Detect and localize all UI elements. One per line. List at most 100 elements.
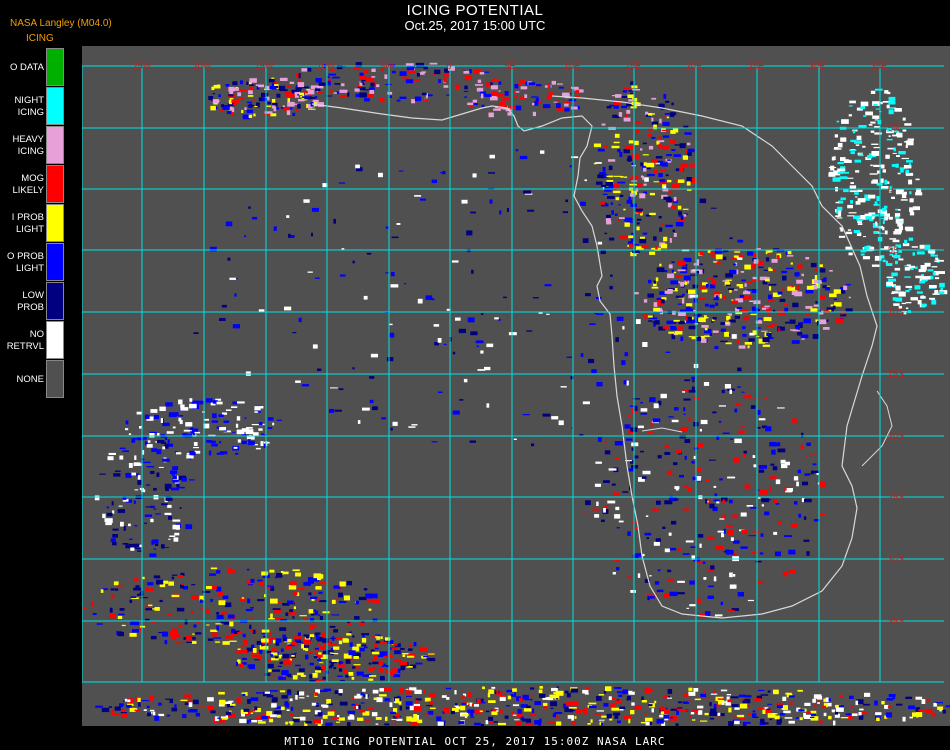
icing-pixel	[886, 138, 893, 141]
icing-pixel	[654, 581, 660, 585]
icing-pixel	[691, 376, 695, 380]
icing-pixel	[809, 473, 815, 475]
icing-pixel	[762, 344, 770, 347]
icing-pixel	[141, 700, 149, 702]
icing-pixel	[730, 537, 734, 541]
icing-pixel	[405, 79, 414, 84]
icing-pixel	[426, 705, 433, 707]
icing-pixel	[122, 450, 129, 452]
icing-pixel	[331, 643, 337, 646]
icing-pixel	[612, 114, 618, 118]
icing-pixel	[582, 238, 589, 243]
icing-pixel	[312, 344, 318, 349]
icing-pixel	[338, 717, 345, 721]
icing-pixel	[658, 216, 662, 219]
icing-pixel	[114, 706, 121, 711]
icing-pixel	[168, 581, 174, 586]
icing-pixel	[635, 319, 641, 324]
icing-pixel	[720, 689, 728, 692]
icing-pixel	[914, 266, 918, 269]
icing-pixel	[610, 274, 613, 277]
icing-pixel	[322, 715, 328, 719]
icing-pixel	[747, 345, 750, 349]
icing-pixel	[668, 416, 674, 418]
icing-pixel	[206, 609, 210, 614]
icing-pixel	[857, 198, 866, 203]
icing-pixel	[368, 678, 374, 681]
icing-pixel	[591, 369, 597, 374]
icing-pixel	[551, 416, 559, 420]
icing-pixel	[235, 661, 238, 667]
icing-pixel	[142, 461, 151, 464]
icing-pixel	[169, 630, 177, 636]
icing-pixel	[271, 697, 278, 703]
icing-pixel	[498, 81, 502, 85]
icing-pixel	[488, 112, 494, 118]
icing-pixel	[767, 312, 771, 315]
legend-item-label: HEAVY ICING	[12, 133, 44, 157]
icing-pixel	[489, 154, 495, 159]
icing-pixel	[251, 216, 258, 220]
icing-pixel	[240, 645, 245, 647]
icing-pixel	[858, 712, 862, 716]
icing-pixel	[444, 73, 450, 77]
icing-pixel	[327, 711, 335, 716]
icing-pixel	[810, 716, 815, 718]
icing-pixel	[656, 267, 665, 272]
icing-pixel	[475, 84, 483, 86]
icing-pixel	[625, 114, 628, 118]
icing-pixel	[759, 552, 764, 555]
icing-pixel	[271, 83, 275, 86]
icing-pixel	[372, 651, 380, 655]
icing-pixel	[669, 112, 675, 117]
icing-pixel	[704, 327, 708, 331]
icing-pixel	[206, 398, 213, 403]
icing-pixel	[288, 233, 291, 238]
icing-pixel	[405, 688, 409, 690]
icing-pixel	[667, 689, 673, 694]
latitude-label: 5S	[888, 245, 899, 255]
latitude-label: 10S	[888, 307, 904, 317]
icing-pixel	[763, 269, 768, 271]
legend-item-label: I PROB LIGHT	[11, 211, 44, 235]
icing-pixel	[428, 701, 434, 705]
icing-pixel	[360, 81, 364, 83]
icing-pixel	[925, 699, 930, 701]
icing-pixel	[172, 466, 179, 471]
icing-pixel	[175, 642, 183, 645]
icing-pixel	[356, 643, 361, 647]
icing-pixel	[291, 642, 297, 646]
icing-pixel	[240, 80, 243, 85]
icing-pixel	[247, 699, 251, 704]
icing-pixel	[703, 382, 710, 386]
icing-pixel	[654, 700, 657, 704]
icing-pixel	[708, 585, 714, 588]
icing-pixel	[180, 699, 188, 701]
icing-pixel	[126, 704, 132, 708]
icing-pixel	[540, 150, 545, 154]
icing-pixel	[639, 148, 643, 151]
icing-pixel	[888, 694, 896, 698]
icing-pixel	[179, 507, 182, 509]
icing-pixel	[680, 336, 684, 341]
icing-pixel	[322, 611, 330, 614]
icing-pixel	[284, 704, 288, 706]
icing-pixel	[330, 654, 334, 656]
icing-pixel	[526, 330, 533, 332]
icing-pixel	[359, 92, 367, 98]
icing-pixel	[354, 616, 360, 620]
icing-pixel	[752, 279, 759, 282]
icing-pixel	[360, 702, 365, 704]
icing-pixel	[777, 441, 780, 444]
icing-pixel	[257, 721, 266, 724]
icing-pixel	[373, 666, 376, 670]
icing-pixel	[758, 266, 764, 269]
icing-pixel	[562, 211, 568, 214]
icing-pixel	[302, 709, 311, 712]
legend-swatch	[46, 87, 64, 125]
icing-pixel	[651, 158, 658, 163]
icing-pixel	[715, 333, 719, 335]
icing-pixel	[699, 198, 707, 204]
icing-pixel	[391, 272, 395, 277]
legend-item: NONE	[0, 360, 66, 399]
